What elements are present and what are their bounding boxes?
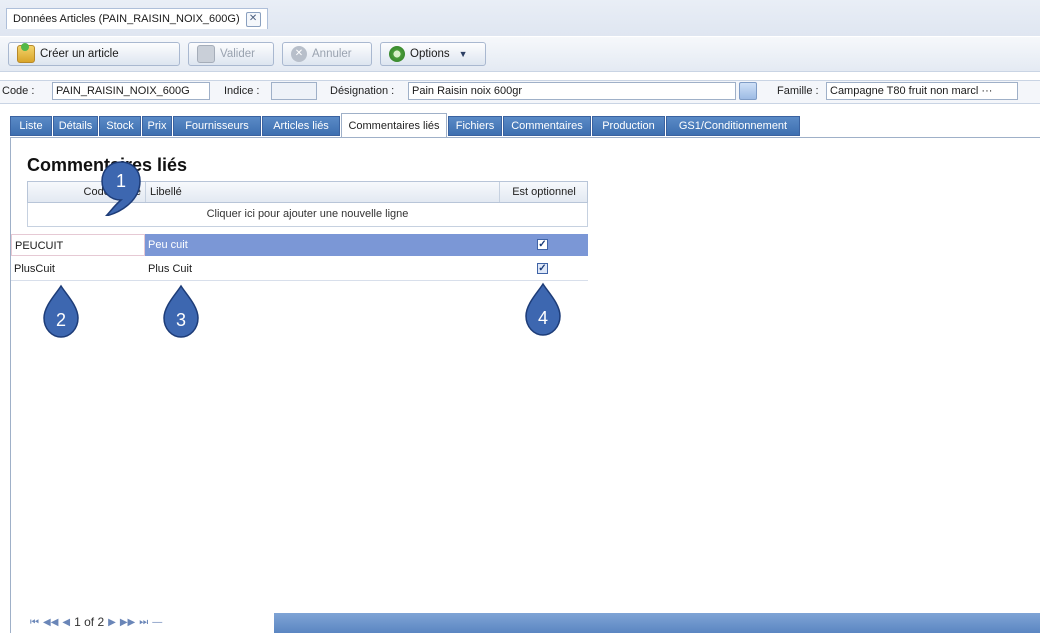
tab-production[interactable]: Production (592, 116, 665, 136)
tab-commentaires-lies[interactable]: Commentaires liés (341, 113, 447, 137)
header-libelle[interactable]: Libellé (146, 182, 500, 202)
article-fields: Code : PAIN_RAISIN_NOIX_600G Indice : Dé… (0, 80, 1040, 104)
create-article-button[interactable]: Créer un article (8, 42, 180, 66)
first-page-icon[interactable]: ⏮ (30, 617, 39, 628)
optional-checkbox[interactable]: ✓ (537, 263, 548, 274)
prev-page-icon[interactable]: ◀ (62, 617, 70, 628)
toolbar: Créer un article Valider ✕ Annuler Optio… (0, 37, 1040, 72)
cancel-label: Annuler (312, 48, 352, 60)
code-label: Code : (2, 85, 35, 97)
tab-strip: Liste Détails Stock Prix Fournisseurs Ar… (10, 113, 1040, 137)
indice-field[interactable] (271, 82, 317, 100)
validate-button[interactable]: Valider (188, 42, 274, 66)
callout-label: 1 (116, 171, 126, 191)
tab-stock[interactable]: Stock (99, 116, 141, 136)
famille-label: Famille : (777, 85, 819, 97)
callout-label: 2 (56, 310, 66, 330)
chevron-down-icon: ▼ (458, 49, 468, 59)
grid-navigator: ⏮ ◀◀ ◀ 1 of 2 ▶ ▶▶ ⏭ — (10, 611, 1040, 633)
indice-label: Indice : (224, 85, 260, 97)
header-est-optionnel[interactable]: Est optionnel (500, 182, 588, 202)
tab-prix[interactable]: Prix (142, 116, 172, 136)
tab-liste[interactable]: Liste (10, 116, 52, 136)
delete-row-icon[interactable]: — (152, 617, 162, 628)
callout-marker-4: 4 (525, 282, 561, 336)
tab-details[interactable]: Détails (53, 116, 98, 136)
pager-text: 1 of 2 (74, 615, 105, 629)
tab-articles-lies[interactable]: Articles liés (262, 116, 340, 136)
save-icon (197, 45, 215, 63)
cancel-icon: ✕ (291, 46, 307, 62)
cell-libelle[interactable]: Peu cuit (145, 234, 588, 256)
validate-label: Valider (220, 48, 255, 60)
cell-libelle[interactable]: Plus Cuit (145, 258, 588, 280)
search-icon[interactable] (739, 82, 757, 100)
table-row[interactable]: PlusCuit Plus Cuit ✓ (11, 258, 588, 281)
pager: ⏮ ◀◀ ◀ 1 of 2 ▶ ▶▶ ⏭ — (30, 615, 162, 629)
next-page-group-icon[interactable]: ▶▶ (120, 617, 135, 628)
callout-marker-2: 2 (43, 284, 79, 338)
callout-marker-3: 3 (163, 284, 199, 338)
callout-label: 3 (176, 310, 186, 330)
optional-checkbox[interactable]: ✓ (537, 239, 548, 250)
tab-commentaires[interactable]: Commentaires (503, 116, 591, 136)
callout-marker-1: 1 (101, 161, 141, 216)
cancel-button[interactable]: ✕ Annuler (282, 42, 372, 66)
cell-code[interactable]: PEUCUIT (11, 234, 145, 256)
table-row[interactable]: PEUCUIT Peu cuit ✓ (11, 234, 588, 257)
create-article-label: Créer un article (40, 48, 119, 60)
famille-field[interactable]: Campagne T80 fruit non marcl ··· (826, 82, 1018, 100)
options-icon (389, 46, 405, 62)
designation-label: Désignation : (330, 85, 395, 97)
prev-page-group-icon[interactable]: ◀◀ (43, 617, 58, 628)
cell-code[interactable]: PlusCuit (11, 258, 145, 280)
designation-field[interactable]: Pain Raisin noix 600gr (408, 82, 736, 100)
horizontal-scrollbar[interactable] (274, 613, 1040, 633)
tab-fichiers[interactable]: Fichiers (448, 116, 502, 136)
callout-label: 4 (538, 308, 548, 328)
document-tab[interactable]: Données Articles (PAIN_RAISIN_NOIX_600G)… (6, 8, 268, 29)
last-page-icon[interactable]: ⏭ (139, 617, 148, 628)
tab-gs1-conditionnement[interactable]: GS1/Conditionnement (666, 116, 800, 136)
options-button[interactable]: Options ▼ (380, 42, 486, 66)
close-icon[interactable]: ✕ (245, 11, 261, 27)
code-field[interactable]: PAIN_RAISIN_NOIX_600G (52, 82, 210, 100)
new-folder-icon (17, 43, 35, 63)
tab-fournisseurs[interactable]: Fournisseurs (173, 116, 261, 136)
options-label: Options (410, 48, 450, 60)
next-page-icon[interactable]: ▶ (108, 617, 116, 628)
document-tabbar: Données Articles (PAIN_RAISIN_NOIX_600G)… (0, 0, 1040, 36)
content-panel: Commentaires liés Code libellé Libellé E… (10, 137, 1040, 633)
document-tab-title: Données Articles (PAIN_RAISIN_NOIX_600G) (13, 13, 240, 25)
